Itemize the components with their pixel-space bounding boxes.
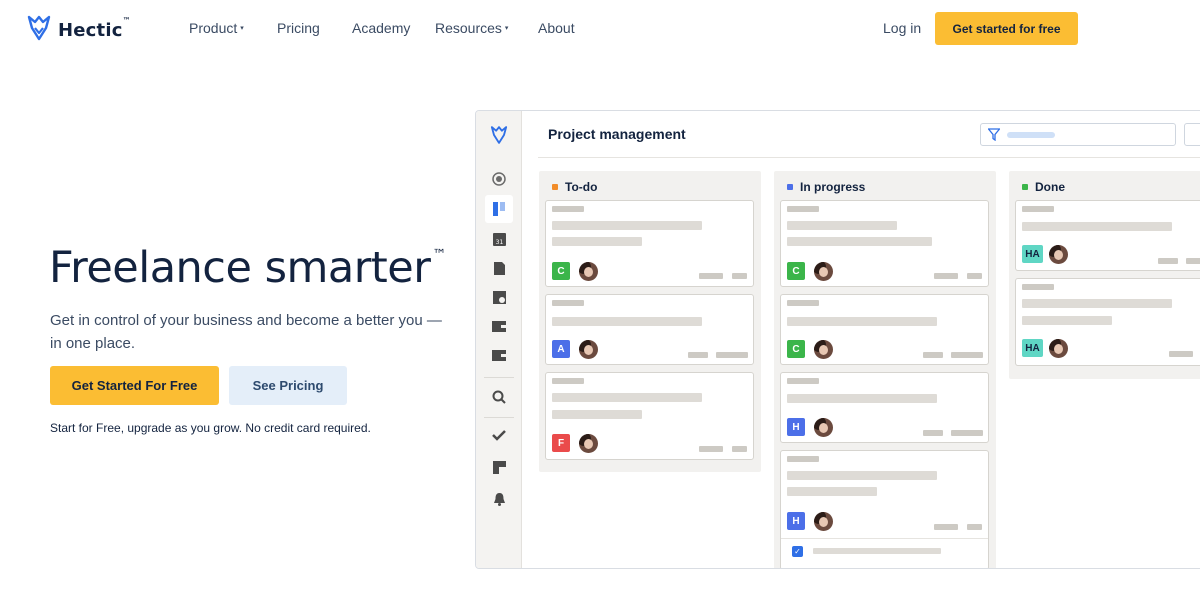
client-tag: C	[787, 262, 805, 280]
profile-icon[interactable]	[489, 169, 509, 189]
app-preview: 31 Project management To-do C A F In pro…	[475, 110, 1200, 569]
hero-subtitle: Get in control of your business and beco…	[50, 312, 442, 352]
column-title: To-do	[565, 180, 598, 194]
calendar-icon[interactable]: 31	[489, 229, 509, 249]
avatar	[579, 262, 598, 281]
nav-resources[interactable]: Resources ▾	[435, 20, 508, 36]
task-card[interactable]: A	[545, 294, 754, 365]
check-icon[interactable]	[489, 425, 509, 445]
avatar	[814, 418, 833, 437]
brand-name: Hectic™	[58, 16, 131, 41]
column-todo: To-do C A F	[539, 171, 761, 472]
client-tag: C	[787, 340, 805, 358]
column-title: Done	[1035, 180, 1065, 194]
task-card[interactable]: H	[780, 372, 989, 443]
view-toggle[interactable]	[1184, 123, 1200, 146]
client-tag: C	[552, 262, 570, 280]
filter-icon	[987, 128, 1001, 146]
calendar-day: 31	[495, 239, 503, 246]
task-card[interactable]: C	[780, 294, 989, 365]
column-in-progress: In progress C C H H ✓	[774, 171, 996, 568]
layout-icon[interactable]	[489, 457, 509, 477]
client-tag: H	[787, 418, 805, 436]
nav-pricing[interactable]: Pricing	[277, 20, 320, 36]
avatar	[1049, 339, 1068, 358]
status-dot	[552, 184, 558, 190]
proposal-icon[interactable]	[489, 287, 509, 307]
column-done: Done HA HA	[1009, 171, 1200, 379]
sidebar-divider	[484, 417, 514, 418]
avatar	[814, 340, 833, 359]
nav-product[interactable]: Product ▾	[189, 20, 244, 36]
avatar	[579, 340, 598, 359]
client-tag: A	[552, 340, 570, 358]
nav-pricing-label: Pricing	[277, 20, 320, 36]
wallet-icon[interactable]	[489, 345, 509, 365]
task-card[interactable]: H ✓	[780, 450, 989, 568]
hero-title-text: Freelance smarter	[49, 243, 431, 293]
client-tag: F	[552, 434, 570, 452]
wallet-icon[interactable]	[489, 316, 509, 336]
task-card[interactable]: HA	[1015, 278, 1200, 366]
sidebar-divider	[484, 377, 514, 378]
task-card[interactable]: F	[545, 372, 754, 460]
filter-placeholder	[1007, 132, 1055, 138]
board-title: Project management	[548, 126, 686, 142]
avatar	[814, 512, 833, 531]
status-dot	[787, 184, 793, 190]
avatar	[814, 262, 833, 281]
hectic-logo-icon	[26, 14, 52, 47]
column-header: Done	[1022, 180, 1065, 194]
header-divider	[538, 157, 1200, 158]
get-started-button[interactable]: Get Started For Free	[50, 366, 219, 405]
projects-icon[interactable]	[489, 199, 509, 219]
column-title: In progress	[800, 180, 866, 194]
invoice-icon[interactable]	[489, 258, 509, 278]
bell-icon[interactable]	[489, 489, 509, 509]
chevron-down-icon: ▾	[240, 25, 244, 32]
top-navigation: Hectic™ Product ▾ Pricing Academy Resourc…	[0, 0, 1200, 58]
nav-about[interactable]: About	[538, 20, 575, 36]
logo-icon	[489, 125, 509, 145]
nav-academy[interactable]: Academy	[352, 20, 410, 36]
filter-input[interactable]	[980, 123, 1176, 146]
hero-note: Start for Free, upgrade as you grow. No …	[50, 421, 371, 435]
avatar	[579, 434, 598, 453]
column-header: In progress	[787, 180, 865, 194]
client-tag: H	[787, 512, 805, 530]
task-card[interactable]: C	[545, 200, 754, 287]
app-sidebar: 31	[476, 111, 522, 568]
client-tag: HA	[1022, 339, 1043, 357]
hero-trademark: ™	[432, 247, 446, 263]
brand-logo[interactable]: Hectic™	[26, 14, 131, 47]
nav-academy-label: Academy	[352, 20, 411, 36]
search-icon[interactable]	[489, 387, 509, 407]
see-pricing-button[interactable]: See Pricing	[229, 366, 347, 405]
get-started-nav-button[interactable]: Get started for free	[935, 12, 1078, 45]
nav-product-label: Product	[189, 20, 238, 36]
hero-title: Freelance smarter ™	[49, 243, 446, 293]
chevron-down-icon: ▾	[504, 25, 509, 32]
nav-resources-label: Resources	[435, 20, 502, 36]
task-card[interactable]: HA	[1015, 200, 1200, 271]
login-link[interactable]: Log in	[883, 20, 921, 36]
avatar	[1049, 245, 1068, 264]
client-tag: HA	[1022, 245, 1043, 263]
task-card[interactable]: C	[780, 200, 989, 287]
status-dot	[1022, 184, 1028, 190]
brand-trademark: ™	[122, 16, 131, 25]
column-header: To-do	[552, 180, 597, 194]
checkbox-checked-icon[interactable]: ✓	[792, 546, 803, 557]
nav-about-label: About	[538, 20, 575, 36]
